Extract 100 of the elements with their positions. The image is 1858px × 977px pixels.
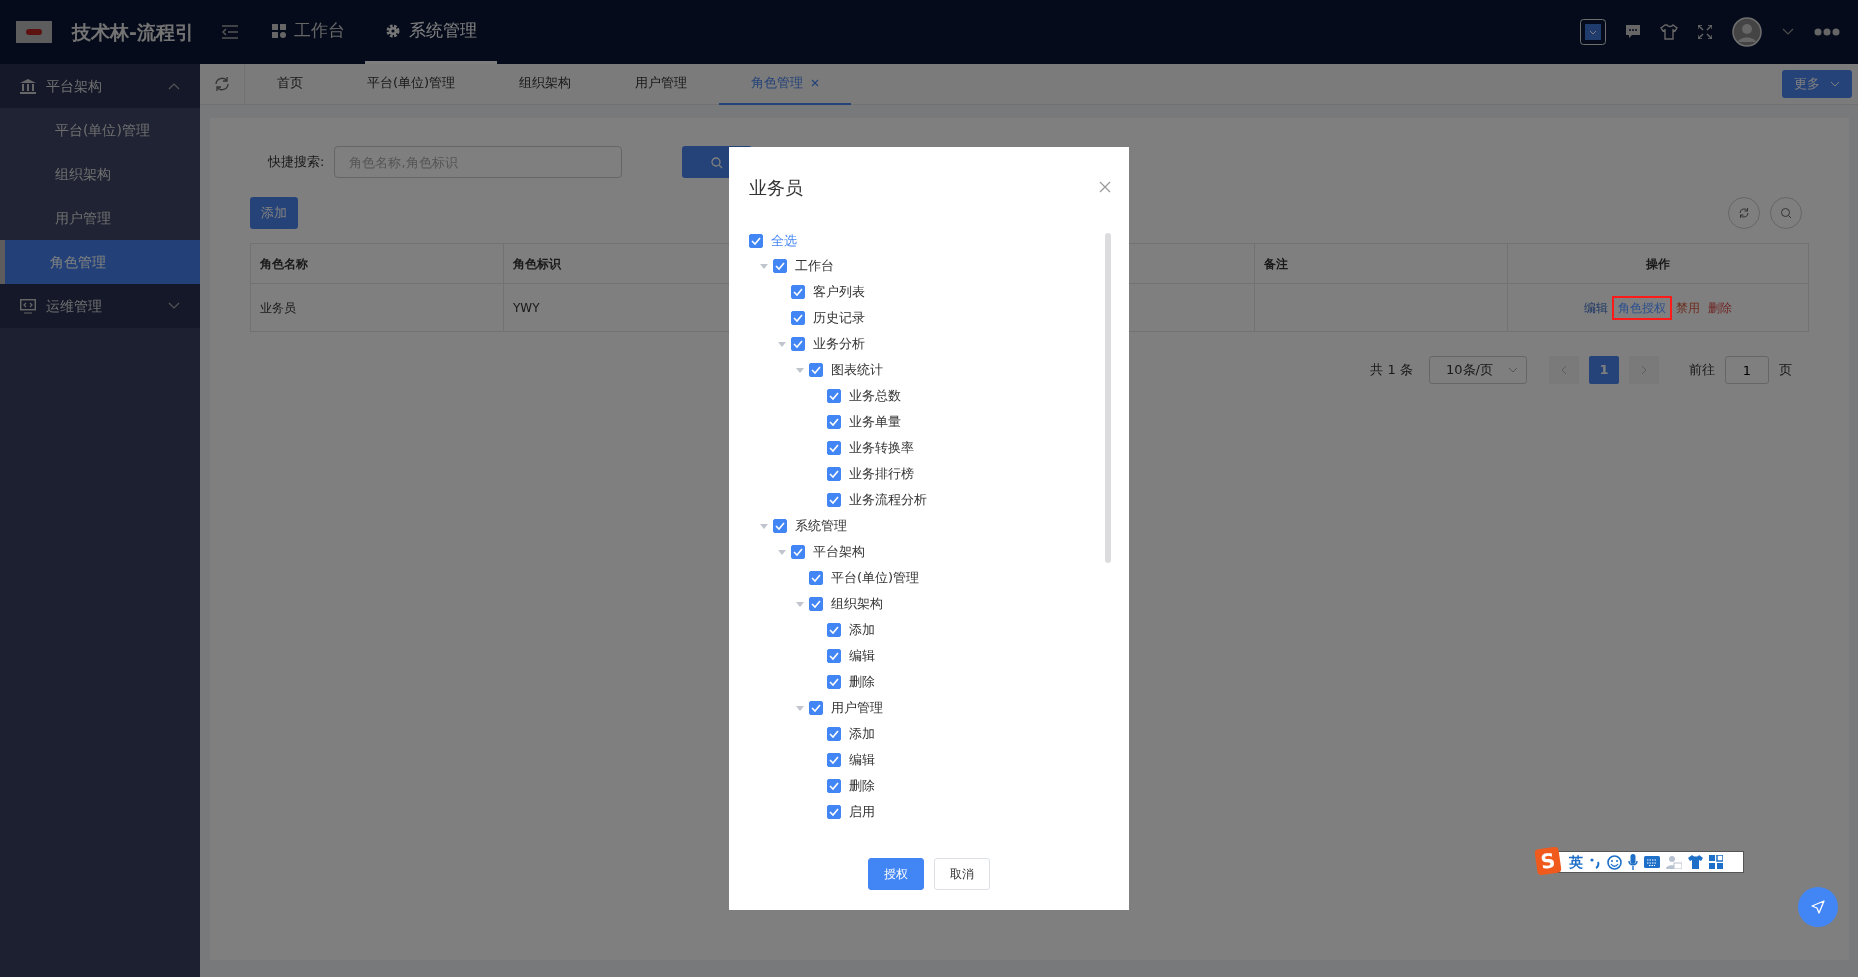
smile-icon[interactable] xyxy=(1607,854,1622,870)
tree-label[interactable]: 系统管理 xyxy=(795,516,847,536)
ime-mode[interactable]: 英 xyxy=(1569,851,1583,873)
monitor-icon xyxy=(20,298,36,314)
action-link[interactable]: 删除 xyxy=(1704,297,1736,318)
tree-label[interactable]: 图表统计 xyxy=(831,360,883,380)
tree-label[interactable]: 用户管理 xyxy=(831,698,883,718)
tree-label[interactable]: 客户列表 xyxy=(813,282,865,302)
tree-label[interactable]: 工作台 xyxy=(795,256,834,276)
refresh-icon[interactable] xyxy=(214,76,230,92)
tree-label[interactable]: 平台(单位)管理 xyxy=(831,568,920,588)
chevron-left-icon xyxy=(1561,365,1567,375)
page-size-select[interactable]: 10条/页 xyxy=(1429,356,1527,384)
checkbox[interactable] xyxy=(809,701,823,715)
gear-icon xyxy=(384,22,401,39)
dialog-title: 业务员 xyxy=(749,175,803,200)
checkbox[interactable] xyxy=(827,623,841,637)
sidebar-group[interactable]: 平台架构 xyxy=(0,64,200,108)
checkbox[interactable] xyxy=(773,519,787,533)
menu-fold-icon[interactable] xyxy=(221,25,238,39)
caret-down-icon xyxy=(168,302,180,310)
caret-icon xyxy=(1508,367,1518,373)
checkbox[interactable] xyxy=(827,389,841,403)
send-icon xyxy=(1811,900,1825,914)
tree-label[interactable]: 平台架构 xyxy=(813,542,865,562)
sidebar-group[interactable]: 运维管理 xyxy=(0,284,200,328)
sidebar-item[interactable]: 角色管理 xyxy=(0,240,200,284)
page-input[interactable]: 1 xyxy=(1725,356,1769,384)
search-icon xyxy=(711,156,724,169)
tree-label[interactable]: 删除 xyxy=(849,672,875,692)
caret-icon[interactable] xyxy=(1782,28,1794,36)
tree-label[interactable]: 添加 xyxy=(849,724,875,744)
tree-label[interactable]: 业务总数 xyxy=(849,386,901,406)
tree-label[interactable]: 全选 xyxy=(771,231,797,251)
checkbox[interactable] xyxy=(791,285,805,299)
checkbox[interactable] xyxy=(827,779,841,793)
checkbox[interactable] xyxy=(827,727,841,741)
checkbox[interactable] xyxy=(773,259,787,273)
grid-icon[interactable] xyxy=(1709,855,1723,869)
more-icon[interactable] xyxy=(1814,28,1840,36)
checkbox[interactable] xyxy=(809,571,823,585)
checkbox[interactable] xyxy=(827,675,841,689)
dropdown-icon[interactable] xyxy=(1580,19,1606,45)
page-tab[interactable]: 首页 xyxy=(245,63,335,105)
fullscreen-icon[interactable] xyxy=(1698,25,1712,39)
checkbox[interactable] xyxy=(791,311,805,325)
goto-label: 前往 xyxy=(1689,361,1715,380)
page-tab[interactable]: 组织架构 xyxy=(487,63,604,105)
logo-icon xyxy=(16,21,52,43)
bank-icon xyxy=(20,78,36,94)
checkbox[interactable] xyxy=(827,441,841,455)
tree-label[interactable]: 业务排行榜 xyxy=(849,464,914,484)
keyboard-icon[interactable] xyxy=(1644,856,1660,868)
action-link[interactable]: 编辑 xyxy=(1580,297,1612,318)
checkbox[interactable] xyxy=(827,649,841,663)
grid-icon xyxy=(271,23,286,38)
shirt-icon[interactable] xyxy=(1688,855,1703,869)
checkbox[interactable] xyxy=(827,467,841,481)
page-suffix: 页 xyxy=(1779,361,1792,380)
top-nav-tab[interactable]: 工作台 xyxy=(251,0,365,64)
column-header: 角色名称 xyxy=(250,243,504,284)
checkbox[interactable] xyxy=(791,337,805,351)
checkbox[interactable] xyxy=(809,363,823,377)
tree-label[interactable]: 添加 xyxy=(849,620,875,640)
checkbox[interactable] xyxy=(809,597,823,611)
search-toggle-button[interactable] xyxy=(1770,197,1802,229)
close-icon[interactable] xyxy=(1099,181,1111,193)
checkbox[interactable] xyxy=(791,545,805,559)
page-tab[interactable]: 用户管理 xyxy=(603,63,720,105)
refresh-icon xyxy=(1738,207,1750,219)
dialog-button[interactable]: 取消 xyxy=(934,858,990,890)
chat-icon[interactable] xyxy=(1626,25,1640,39)
tree-label[interactable]: 组织架构 xyxy=(831,594,883,614)
tree-label[interactable]: 编辑 xyxy=(849,750,875,770)
tree-label[interactable]: 编辑 xyxy=(849,646,875,666)
page-tab[interactable]: 平台(单位)管理 xyxy=(335,63,488,105)
refresh-button[interactable] xyxy=(1728,197,1760,229)
checkbox[interactable] xyxy=(827,493,841,507)
tree-label[interactable]: 删除 xyxy=(849,776,875,796)
tree-label[interactable]: 历史记录 xyxy=(813,308,865,328)
tree-label[interactable]: 业务转换率 xyxy=(849,438,914,458)
search-label: 快捷搜索: xyxy=(268,153,325,172)
tree-label[interactable]: 启用 xyxy=(849,802,875,822)
tree-label[interactable]: 业务单量 xyxy=(849,412,901,432)
checkbox[interactable] xyxy=(827,415,841,429)
checkbox[interactable] xyxy=(827,753,841,767)
action-link[interactable]: 禁用 xyxy=(1672,297,1704,318)
caret-icon xyxy=(1830,81,1840,87)
person-icon[interactable] xyxy=(1666,855,1682,869)
avatar-icon[interactable] xyxy=(1732,17,1762,47)
microphone-icon[interactable] xyxy=(1628,854,1638,870)
tree-label[interactable]: 业务分析 xyxy=(813,334,865,354)
scrollbar-thumb[interactable] xyxy=(1105,233,1111,563)
column-header: 操作 xyxy=(1507,243,1809,284)
checkbox[interactable] xyxy=(827,805,841,819)
dialog-button[interactable]: 授权 xyxy=(868,858,924,890)
checkbox[interactable] xyxy=(749,234,763,248)
tree-label[interactable]: 业务流程分析 xyxy=(849,490,927,510)
shirt-icon[interactable] xyxy=(1660,24,1678,40)
close-icon[interactable] xyxy=(811,79,820,87)
